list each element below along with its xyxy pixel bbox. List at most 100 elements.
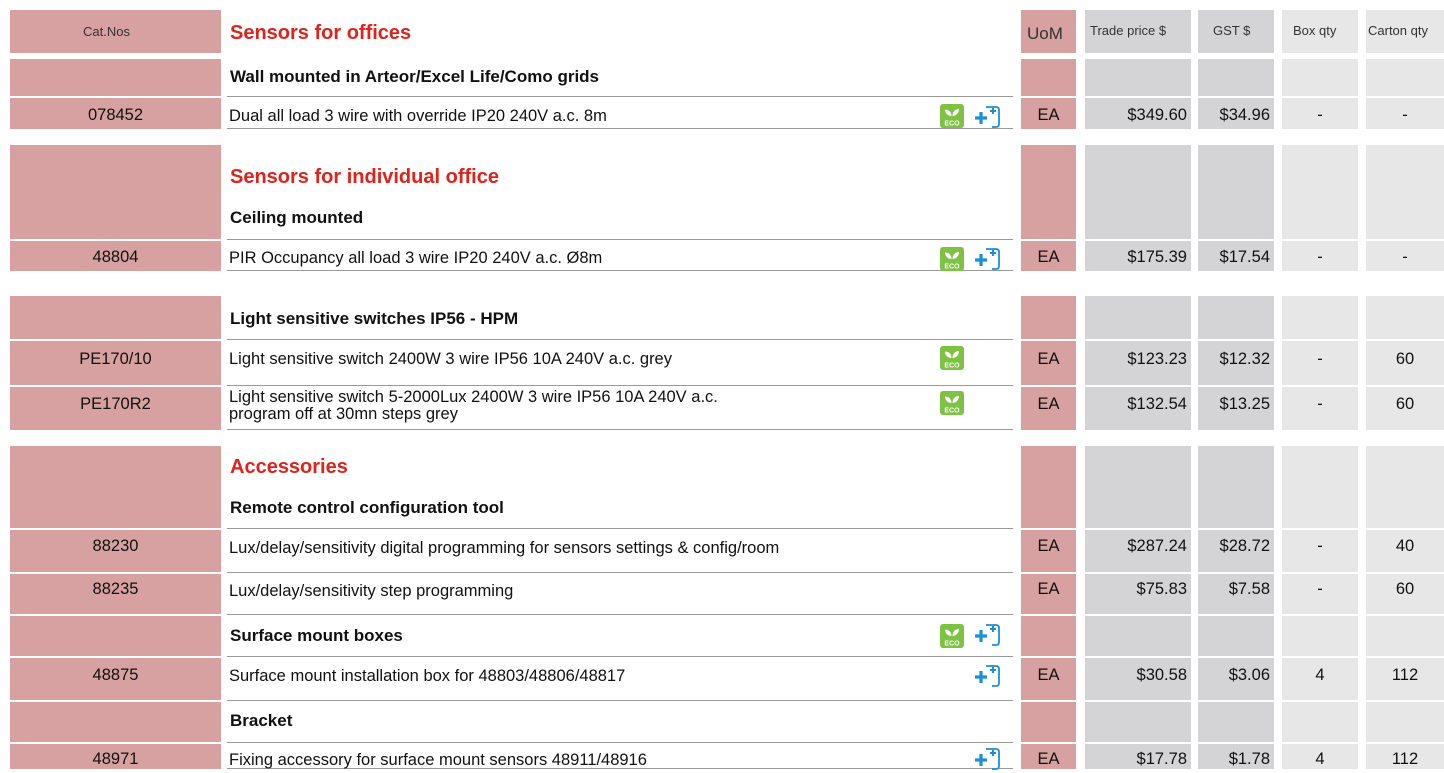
- plus-new-product-icon: [975, 624, 1000, 646]
- gst-header: GST $: [1213, 23, 1251, 38]
- trade-column-band: [1085, 446, 1191, 769]
- plus-new-product-icon: [975, 106, 1000, 128]
- description-underline: [227, 270, 1013, 271]
- svg-text:ECO: ECO: [944, 264, 960, 271]
- product-description: Dual all load 3 wire with override IP20 …: [229, 107, 607, 125]
- uom-value: EA: [1037, 537, 1060, 555]
- gst-value: $12.32: [1219, 350, 1270, 368]
- description-underline: [227, 742, 1013, 743]
- carton-qty: -: [1402, 106, 1408, 124]
- svg-text:ECO: ECO: [944, 121, 960, 128]
- cat-number: 48804: [92, 248, 139, 266]
- box-qty: -: [1317, 395, 1323, 413]
- product-description-line1: Light sensitive switch 5-2000Lux 2400W 3…: [229, 388, 718, 406]
- section-subtitle: Wall mounted in Arteor/Excel Life/Como g…: [230, 67, 600, 86]
- product-description: Lux/delay/sensitivity digital programmin…: [229, 539, 780, 557]
- uom-value: EA: [1037, 580, 1060, 598]
- svg-text:ECO: ECO: [944, 408, 960, 415]
- carton-qty: 60: [1395, 350, 1415, 368]
- section-title: Sensors for individual office: [230, 166, 499, 188]
- gst-value: $28.72: [1219, 537, 1270, 555]
- section-subtitle: Surface mount boxes: [230, 626, 403, 645]
- carton-qty: -: [1402, 248, 1408, 266]
- cat-number: PE170/10: [79, 350, 152, 368]
- gst-value: $3.06: [1228, 666, 1270, 684]
- section-subtitle: Remote control configuration tool: [230, 498, 504, 517]
- uom-value: EA: [1037, 395, 1060, 413]
- description-underline: [227, 528, 1013, 529]
- carton-column-band: [1366, 446, 1444, 769]
- eco-leaf-icon: ECO: [940, 391, 964, 415]
- description-underline: [227, 429, 1013, 430]
- section-title: Accessories: [230, 456, 348, 478]
- carton-qty: 112: [1391, 666, 1419, 684]
- description-underline: [227, 614, 1013, 615]
- product-description: Lux/delay/sensitivity step programming: [229, 582, 514, 600]
- box-qty: -: [1317, 106, 1323, 124]
- box-header: Box qty: [1293, 23, 1337, 38]
- section-subtitle: Light sensitive switches IP56 - HPM: [230, 309, 519, 328]
- svg-text:ECO: ECO: [944, 641, 960, 648]
- description-underline: [227, 700, 1013, 701]
- product-description: Fixing accessory for surface mount senso…: [229, 751, 647, 769]
- trade-price: $30.58: [1136, 666, 1187, 684]
- trade-price: $287.24: [1127, 537, 1187, 555]
- box-qty: 4: [1315, 666, 1325, 684]
- trade-price: $75.83: [1136, 580, 1187, 598]
- eco-leaf-icon: ECO: [940, 247, 964, 271]
- description-underline: [227, 339, 1013, 340]
- uom-value: EA: [1037, 750, 1060, 768]
- cat-number: 48875: [92, 666, 139, 684]
- description-underline: [227, 656, 1013, 657]
- eco-leaf-icon: ECO: [940, 104, 964, 128]
- box-qty: -: [1317, 580, 1323, 598]
- catnos-column-band: [10, 446, 221, 769]
- eco-leaf-icon: ECO: [940, 346, 964, 370]
- trade-price: $349.60: [1127, 106, 1187, 124]
- trade-price: $17.78: [1136, 750, 1187, 768]
- description-underline: [227, 128, 1013, 129]
- trade-header: Trade price $: [1090, 23, 1167, 38]
- cat-number: 48971: [92, 750, 139, 768]
- description-underline: [227, 385, 1013, 386]
- box-qty: -: [1317, 350, 1323, 368]
- product-description: PIR Occupancy all load 3 wire IP20 240V …: [229, 249, 603, 267]
- description-underline: [227, 239, 1013, 240]
- uom-value: EA: [1037, 666, 1060, 684]
- trade-price: $132.54: [1127, 395, 1187, 413]
- catnos-header: Cat.Nos: [83, 24, 130, 39]
- gst-value: $7.58: [1228, 580, 1270, 598]
- product-description: Surface mount installation box for 48803…: [229, 667, 626, 685]
- plus-new-product-icon: [975, 665, 1000, 687]
- carton-qty: 60: [1395, 395, 1415, 413]
- plus-new-product-icon: [975, 748, 1000, 770]
- uom-column-band: [1021, 446, 1076, 769]
- page-title: Sensors for offices: [230, 22, 412, 44]
- section-subtitle: Bracket: [230, 711, 293, 730]
- uom-value: EA: [1037, 350, 1060, 368]
- carton-qty: 112: [1391, 750, 1419, 768]
- uom-value: EA: [1037, 106, 1060, 124]
- uom-value: EA: [1037, 248, 1060, 266]
- gst-value: $13.25: [1219, 395, 1270, 413]
- trade-price: $123.23: [1127, 350, 1187, 368]
- carton-qty: 40: [1395, 537, 1415, 555]
- uom-header: UoM: [1027, 24, 1063, 43]
- box-column-band: [1282, 446, 1358, 769]
- plus-new-product-icon: [975, 248, 1000, 270]
- cat-number: 078452: [87, 106, 144, 124]
- svg-text:ECO: ECO: [944, 363, 960, 370]
- gst-value: $1.78: [1228, 750, 1270, 768]
- section-subtitle: Ceiling mounted: [230, 208, 364, 227]
- cat-number: PE170R2: [80, 395, 151, 413]
- description-underline: [227, 572, 1013, 573]
- gst-value: $34.96: [1219, 106, 1270, 124]
- box-qty: -: [1317, 248, 1323, 266]
- trade-price: $175.39: [1127, 248, 1187, 266]
- product-description: Light sensitive switch 2400W 3 wire IP56…: [229, 350, 672, 368]
- carton-header: Carton qty: [1368, 23, 1428, 38]
- cat-number: 88235: [92, 580, 139, 598]
- cat-number: 88230: [92, 537, 139, 555]
- product-description-line2: program off at 30mn steps grey: [229, 405, 458, 423]
- eco-leaf-icon: ECO: [940, 624, 964, 648]
